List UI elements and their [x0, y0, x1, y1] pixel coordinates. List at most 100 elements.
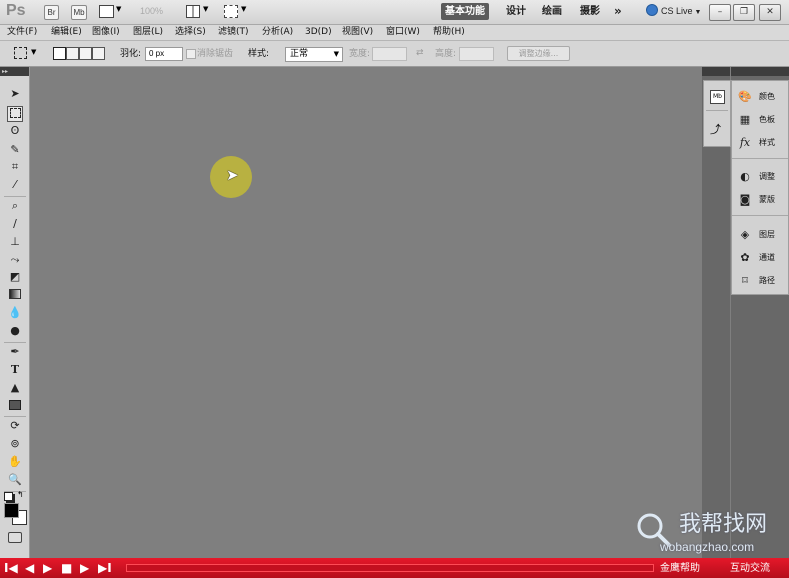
view-extras-button[interactable]: ▼ [99, 5, 124, 18]
skip-to-start-icon[interactable]: I◀ [4, 560, 18, 576]
history-panel-icon[interactable]: ⤴ [710, 121, 721, 137]
cs-live-icon [646, 4, 658, 16]
help-link[interactable]: 金鹰帮助 [660, 562, 700, 576]
menu-3d[interactable]: 3D(D) [305, 26, 332, 39]
brush-tool-icon[interactable]: ∕ [8, 217, 22, 231]
mini-bridge-button[interactable]: Mb [71, 5, 87, 20]
menu-view[interactable]: 视图(V) [342, 26, 373, 39]
rectangle-tool-icon[interactable] [8, 399, 22, 413]
height-input[interactable] [459, 47, 494, 61]
history-brush-tool-icon[interactable]: ⤳ [8, 253, 22, 267]
style-select[interactable]: 正常 ▼ [285, 47, 343, 62]
minimize-icon: – [717, 7, 723, 17]
swatches-panel-label: 色板 [759, 115, 775, 124]
gradient-tool-icon[interactable] [8, 288, 22, 302]
mini-bridge-panel-icon[interactable]: Mb [710, 90, 725, 104]
panel-collapse-header[interactable] [702, 67, 730, 76]
workspace-painting[interactable]: 绘画 [538, 3, 566, 20]
mouse-pointer-icon: ➤ [226, 166, 239, 184]
pen-tool-icon[interactable]: ✒ [8, 345, 22, 359]
paths-panel-tab[interactable]: ⌑ 路径 [732, 273, 788, 289]
panel-collapse-header[interactable] [731, 67, 789, 76]
menu-file[interactable]: 文件(F) [7, 26, 37, 39]
path-selection-tool-icon[interactable]: ▲ [8, 381, 22, 395]
new-selection-icon[interactable] [53, 47, 66, 60]
crop-tool-icon[interactable]: ⌗ [8, 160, 22, 174]
style-select-value: 正常 [290, 49, 309, 59]
menu-bar: 文件(F) 编辑(E) 图像(I) 图层(L) 选择(S) 滤镜(T) 分析(A… [0, 25, 789, 41]
playback-progress-bar[interactable] [126, 564, 654, 572]
type-tool-icon[interactable]: T [8, 363, 22, 377]
quick-mask-icon[interactable] [8, 532, 22, 543]
menu-filter[interactable]: 滤镜(T) [218, 26, 249, 39]
styles-panel-tab[interactable]: fx 样式 [732, 135, 788, 151]
paths-panel-label: 路径 [759, 276, 775, 285]
subtract-from-selection-icon[interactable] [79, 47, 92, 60]
default-colors-icon[interactable] [4, 492, 13, 501]
hand-tool-icon[interactable]: ✋ [8, 455, 22, 469]
rectangular-marquee-tool-icon[interactable] [7, 106, 23, 122]
3d-rotate-tool-icon[interactable]: ⟳ [8, 419, 22, 433]
minimize-button[interactable]: – [709, 4, 731, 21]
spot-healing-brush-tool-icon[interactable]: ⌕ [8, 199, 22, 213]
cs-live-label: CS Live [661, 6, 693, 16]
next-icon[interactable]: ▶ [80, 560, 89, 576]
channels-panel-tab[interactable]: ✿ 通道 [732, 250, 788, 266]
collapse-arrows-icon[interactable]: ▸▸ [0, 67, 29, 76]
menu-analysis[interactable]: 分析(A) [262, 26, 293, 39]
3d-orbit-tool-icon[interactable]: ⊚ [8, 437, 22, 451]
width-input[interactable] [372, 47, 407, 61]
quick-selection-tool-icon[interactable]: ✎ [8, 143, 22, 157]
menu-window[interactable]: 窗口(W) [386, 26, 420, 39]
menu-image[interactable]: 图像(I) [92, 26, 120, 39]
swap-colors-icon[interactable]: ↰ [17, 490, 24, 499]
close-button[interactable]: ✕ [759, 4, 781, 21]
interact-link[interactable]: 互动交流 [730, 562, 770, 576]
swap-icon[interactable]: ⇄ [416, 47, 424, 59]
workspace-photography[interactable]: 摄影 [576, 3, 604, 20]
swatches-panel-tab[interactable]: ▦ 色板 [732, 112, 788, 128]
watermark-url: wobangzhao.com [660, 540, 755, 554]
clone-stamp-tool-icon[interactable]: ⊥ [8, 235, 22, 249]
workspace-design[interactable]: 设计 [502, 3, 530, 20]
bridge-button[interactable]: Br [44, 5, 59, 20]
refine-edge-button[interactable]: 调整边缘... [507, 46, 570, 61]
screen-mode-button[interactable]: ▼ [224, 5, 250, 18]
document-canvas-area[interactable] [30, 67, 702, 558]
cs-live-button[interactable]: CS Live ▼ [646, 4, 701, 16]
arrange-documents-button[interactable]: ▼ [186, 5, 212, 18]
masks-panel-tab[interactable]: ◙ 蒙版 [732, 192, 788, 208]
play-icon[interactable]: ▶ [43, 560, 52, 576]
menu-edit[interactable]: 编辑(E) [51, 26, 82, 39]
restore-button[interactable]: ❐ [733, 4, 755, 21]
feather-input[interactable]: 0 px [145, 47, 183, 61]
eyedropper-tool-icon[interactable]: ⁄ [8, 178, 22, 192]
workspace-essentials[interactable]: 基本功能 [441, 3, 489, 20]
zoom-level[interactable]: 100% [140, 6, 163, 16]
move-tool-icon[interactable]: ➤ [8, 87, 22, 101]
more-workspaces-button[interactable]: » [610, 3, 626, 20]
skip-to-end-icon[interactable]: ▶I [98, 560, 112, 576]
menu-help[interactable]: 帮助(H) [433, 26, 465, 39]
height-label: 高度: [435, 49, 457, 59]
color-panel-tab[interactable]: 🎨 颜色 [732, 89, 788, 105]
menu-select[interactable]: 选择(S) [175, 26, 206, 39]
stop-icon[interactable]: ■ [61, 560, 72, 576]
lasso-tool-icon[interactable]: ʘ [8, 124, 22, 138]
zoom-tool-icon[interactable]: 🔍 [8, 473, 22, 487]
eraser-tool-icon[interactable]: ◩ [8, 270, 22, 284]
menu-layer[interactable]: 图层(L) [133, 26, 163, 39]
dodge-tool-icon[interactable]: ● [8, 324, 22, 338]
tool-preset-picker[interactable]: ▼ [14, 47, 42, 60]
layers-panel-tab[interactable]: ◈ 图层 [732, 227, 788, 243]
previous-icon[interactable]: ◀ [25, 560, 34, 576]
intersect-selection-icon[interactable] [92, 47, 105, 60]
antialias-label: 消除锯齿 [197, 49, 234, 59]
adjustments-panel-tab[interactable]: ◐ 调整 [732, 169, 788, 185]
foreground-color-swatch[interactable] [4, 503, 19, 518]
add-to-selection-icon[interactable] [66, 47, 79, 60]
blur-tool-icon[interactable]: 💧 [8, 306, 22, 320]
antialias-checkbox[interactable] [186, 49, 196, 59]
tools-panel: ▸▸ ➤ ʘ ✎ ⌗ ⁄ ⌕ ∕ ⊥ ⤳ ◩ 💧 ● ✒ T ▲ ⟳ ⊚ ✋ 🔍… [0, 67, 30, 558]
chevron-down-icon: ▼ [203, 5, 209, 13]
